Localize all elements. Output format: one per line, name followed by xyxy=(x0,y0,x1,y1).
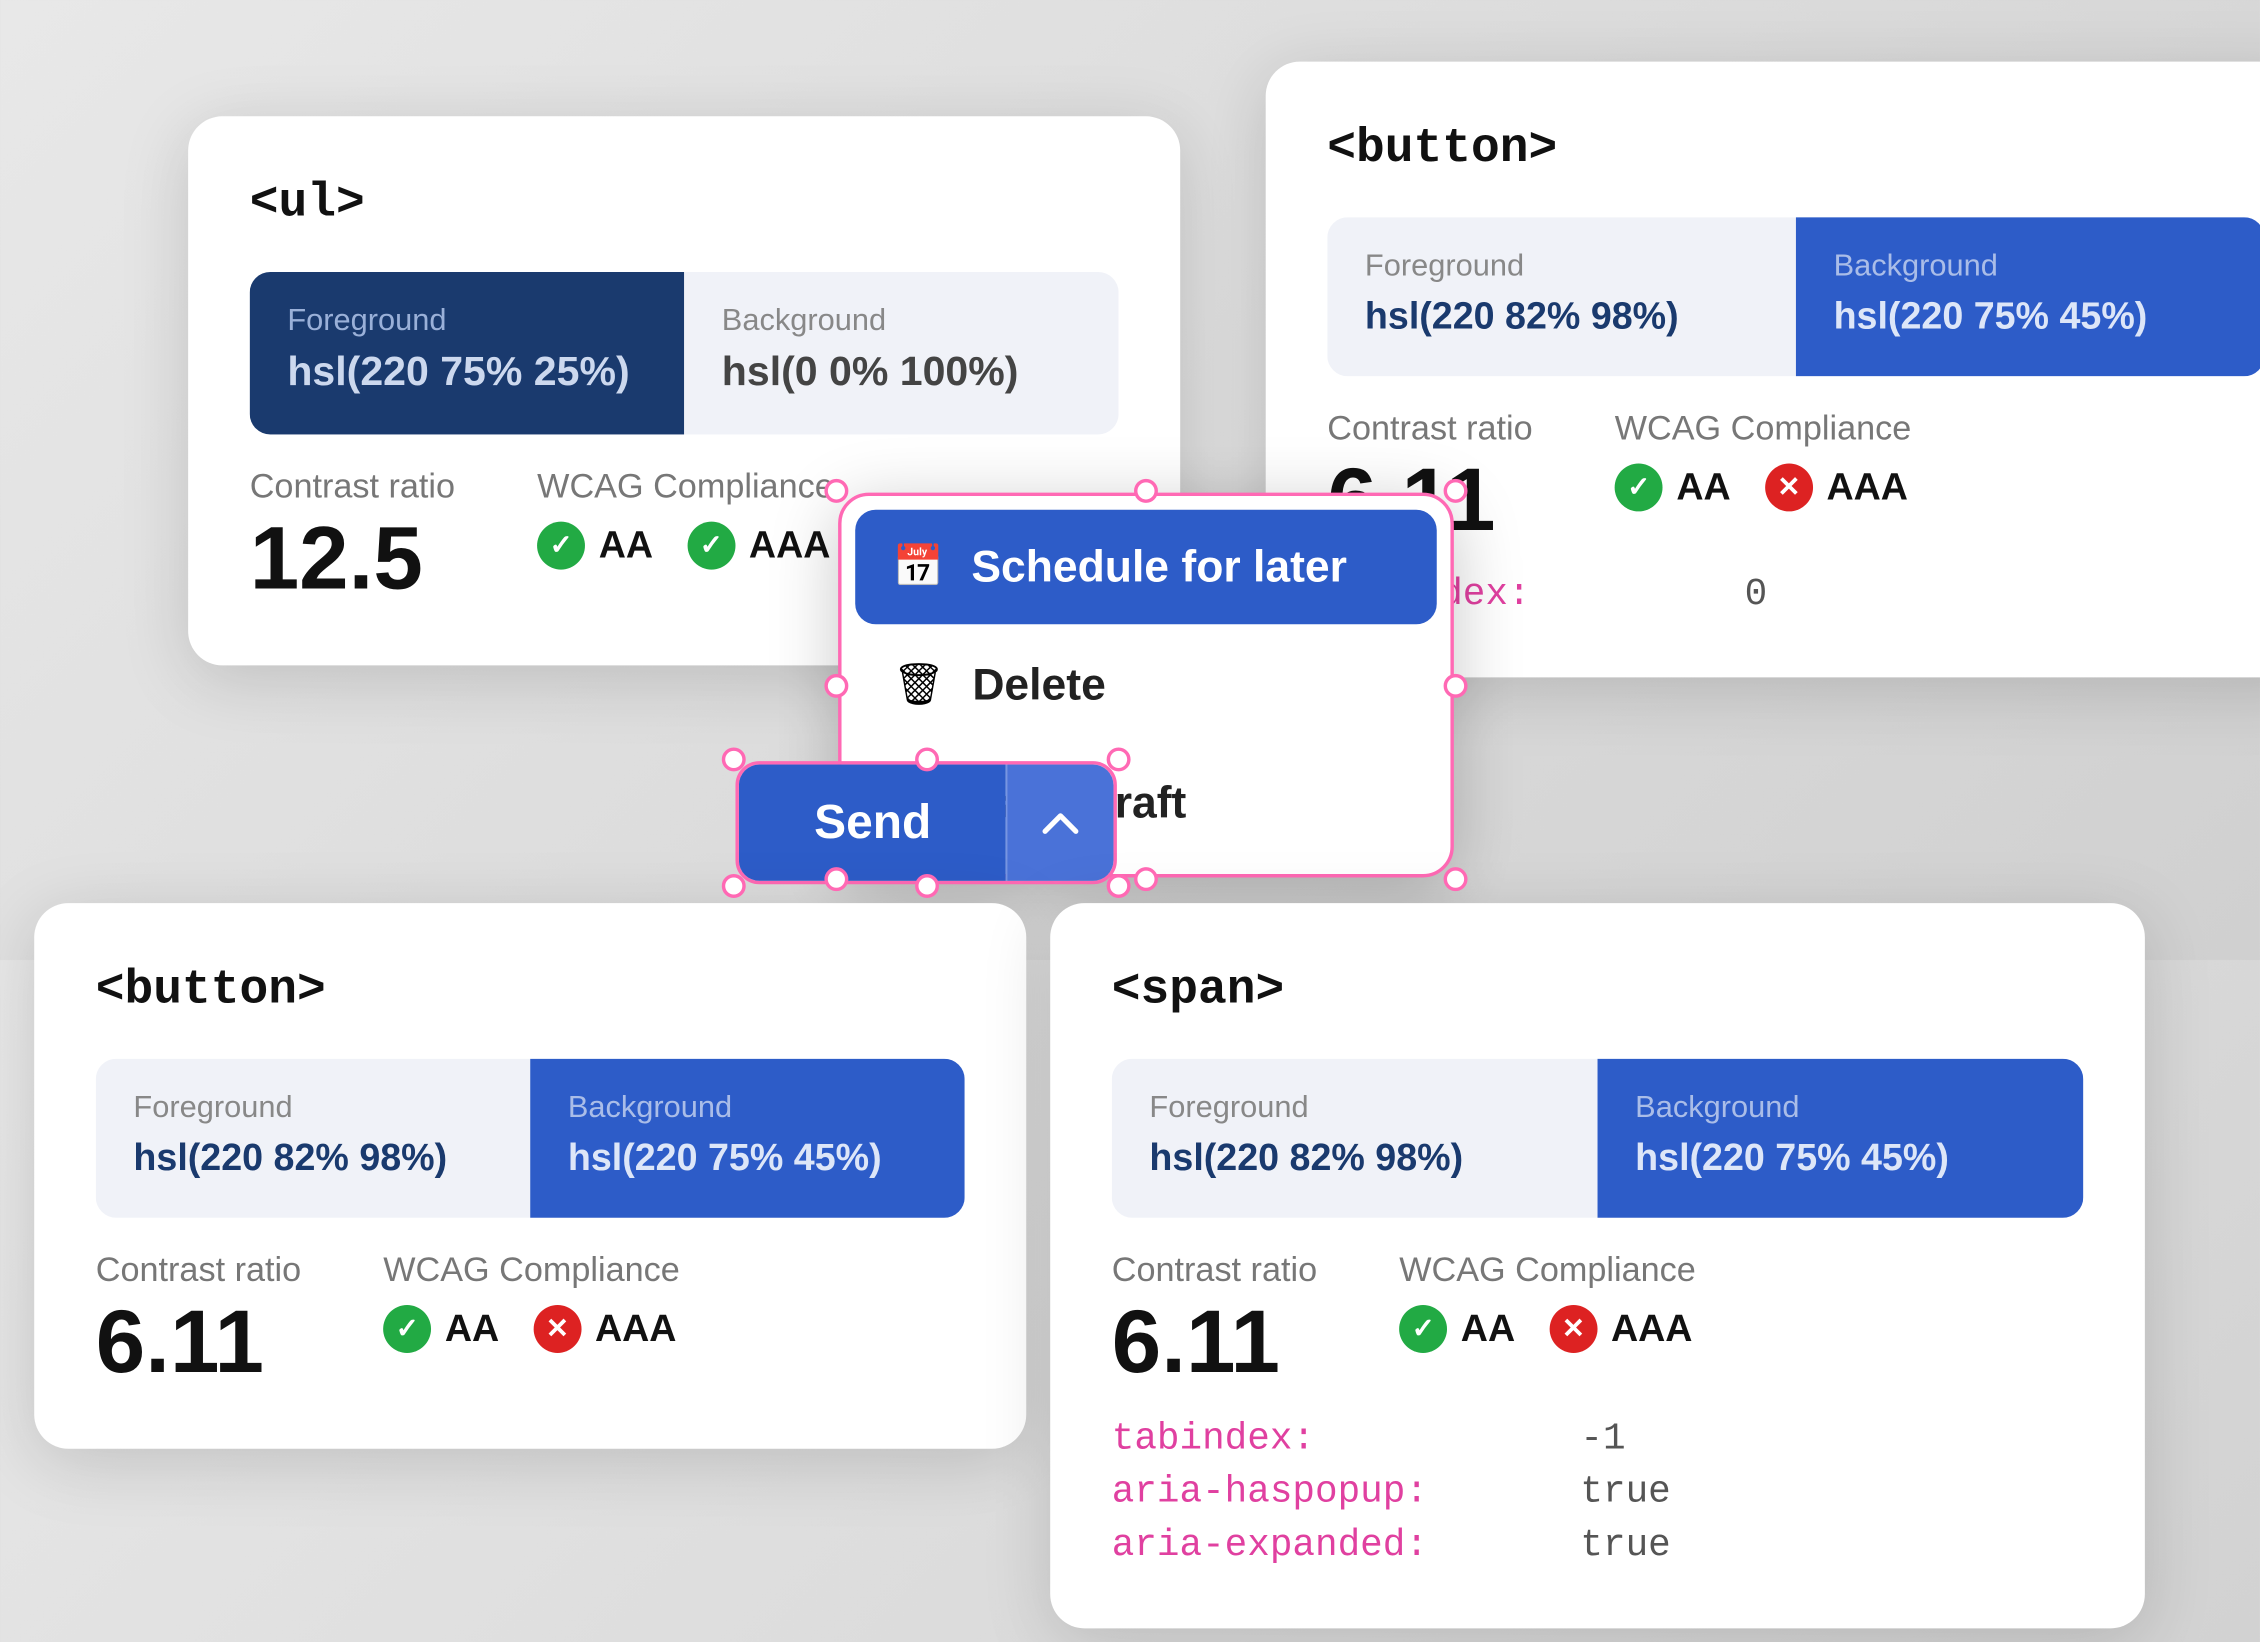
span-tabindex-val: -1 xyxy=(1580,1418,1625,1461)
span-aaa-badge: ✕ AAA xyxy=(1549,1305,1692,1353)
span-contrast-label: Contrast ratio xyxy=(1112,1252,1317,1291)
handle-mr xyxy=(1444,673,1468,697)
card-button-top-tag: <button> xyxy=(1327,123,2260,176)
schedule-label: Schedule for later xyxy=(971,540,1347,593)
btn-bot-aa-check: ✓ xyxy=(383,1305,431,1353)
ul-contrast-value: 12.5 xyxy=(250,515,455,604)
ul-aaa-check: ✓ xyxy=(687,522,735,570)
span-fg-value: hsl(220 82% 98%) xyxy=(1149,1136,1560,1180)
send-handle-bl xyxy=(722,874,746,898)
btn-top-fg-label: Foreground xyxy=(1365,248,1758,284)
btn-bot-aa-badge: ✓ AA xyxy=(383,1305,499,1353)
schedule-icon: 📅 xyxy=(893,542,944,592)
ul-contrast-label: Contrast ratio xyxy=(250,469,455,508)
span-aaa-label: AAA xyxy=(1611,1307,1693,1351)
ul-aa-check: ✓ xyxy=(537,522,585,570)
ul-aa-label: AA xyxy=(599,523,653,567)
dropdown-item-delete[interactable]: 🗑 Delete xyxy=(855,628,1437,743)
btn-bot-bg-value: hsl(220 75% 45%) xyxy=(568,1136,927,1180)
handle-tr xyxy=(1444,479,1468,503)
ul-fg-label: Foreground xyxy=(287,303,646,339)
span-bg-label: Background xyxy=(1635,1090,2046,1126)
ul-aaa-badge: ✓ AAA xyxy=(687,522,830,570)
btn-bot-contrast-label: Contrast ratio xyxy=(96,1252,301,1291)
btn-top-fg-value: hsl(220 82% 98%) xyxy=(1365,294,1758,338)
btn-bot-aa-label: AA xyxy=(445,1307,499,1351)
chevron-up-icon xyxy=(1042,811,1080,835)
ul-aaa-label: AAA xyxy=(749,523,831,567)
btn-top-aa-check: ✓ xyxy=(1615,464,1663,512)
handle-br xyxy=(1444,867,1468,891)
send-handle-tl xyxy=(722,747,746,771)
send-button-arrow[interactable] xyxy=(1007,765,1115,881)
dropdown-item-schedule[interactable]: 📅 Schedule for later xyxy=(855,510,1437,625)
send-handle-br xyxy=(1107,874,1131,898)
btn-top-wcag-label: WCAG Compliance xyxy=(1615,411,1912,450)
btn-top-aaa-label: AAA xyxy=(1826,465,1908,509)
btn-top-aaa-badge: ✕ AAA xyxy=(1765,464,1908,512)
span-bg-value: hsl(220 75% 45%) xyxy=(1635,1136,2046,1180)
ul-bg-label: Background xyxy=(722,303,1081,339)
card-ul-tag: <ul> xyxy=(250,178,1119,231)
card-button-bottom-tag: <button> xyxy=(96,965,965,1018)
btn-top-aaa-x: ✕ xyxy=(1765,464,1813,512)
btn-bot-wcag-label: WCAG Compliance xyxy=(383,1252,680,1291)
btn-bot-bg-label: Background xyxy=(568,1090,927,1126)
span-aa-badge: ✓ AA xyxy=(1399,1305,1515,1353)
ul-wcag-label: WCAG Compliance xyxy=(537,469,834,508)
card-span-tag: <span> xyxy=(1112,965,2084,1018)
handle-bm xyxy=(1134,867,1158,891)
span-wcag-label: WCAG Compliance xyxy=(1399,1252,1696,1291)
card-button-bottom: <button> Foreground hsl(220 82% 98%) Bac… xyxy=(34,903,1026,1449)
span-aaa-x: ✕ xyxy=(1549,1305,1597,1353)
ul-aa-badge: ✓ AA xyxy=(537,522,653,570)
ul-bg-value: hsl(0 0% 100%) xyxy=(722,349,1081,397)
ul-fg-value: hsl(220 75% 25%) xyxy=(287,349,646,397)
btn-bot-aaa-x: ✕ xyxy=(533,1305,581,1353)
span-expanded-key: aria-expanded: xyxy=(1112,1524,1540,1567)
span-expanded-val: true xyxy=(1580,1524,1670,1567)
send-button[interactable]: Send xyxy=(735,761,1117,884)
delete-icon: 🗑 xyxy=(893,660,945,710)
send-button-wrapper: Send xyxy=(735,761,1117,884)
handle-ml xyxy=(824,673,848,697)
span-contrast-value: 6.11 xyxy=(1112,1298,1317,1387)
btn-top-aa-label: AA xyxy=(1676,465,1730,509)
handle-bl xyxy=(824,867,848,891)
span-aa-label: AA xyxy=(1461,1307,1515,1351)
delete-label: Delete xyxy=(972,659,1105,712)
span-tabindex-key: tabindex: xyxy=(1112,1418,1540,1461)
btn-top-contrast-label: Contrast ratio xyxy=(1327,411,1532,450)
btn-top-aa-badge: ✓ AA xyxy=(1615,464,1731,512)
span-aa-check: ✓ xyxy=(1399,1305,1447,1353)
btn-bot-aaa-badge: ✕ AAA xyxy=(533,1305,676,1353)
btn-bot-fg-label: Foreground xyxy=(133,1090,492,1126)
handle-tl xyxy=(824,479,848,503)
send-button-main[interactable]: Send xyxy=(739,765,1007,881)
span-haspopup-val: true xyxy=(1580,1471,1670,1514)
span-haspopup-key: aria-haspopup: xyxy=(1112,1471,1540,1514)
btn-bot-aaa-label: AAA xyxy=(595,1307,677,1351)
btn-top-tabindex-val: 0 xyxy=(1745,573,1768,616)
btn-top-bg-value: hsl(220 75% 45%) xyxy=(1834,294,2227,338)
btn-bot-fg-value: hsl(220 82% 98%) xyxy=(133,1136,492,1180)
card-span: <span> Foreground hsl(220 82% 98%) Backg… xyxy=(1050,903,2145,1628)
handle-tm xyxy=(1134,479,1158,503)
send-handle-tm xyxy=(915,747,939,771)
btn-top-bg-label: Background xyxy=(1834,248,2227,284)
span-fg-label: Foreground xyxy=(1149,1090,1560,1126)
send-handle-bm xyxy=(915,874,939,898)
btn-bot-contrast-value: 6.11 xyxy=(96,1298,301,1387)
